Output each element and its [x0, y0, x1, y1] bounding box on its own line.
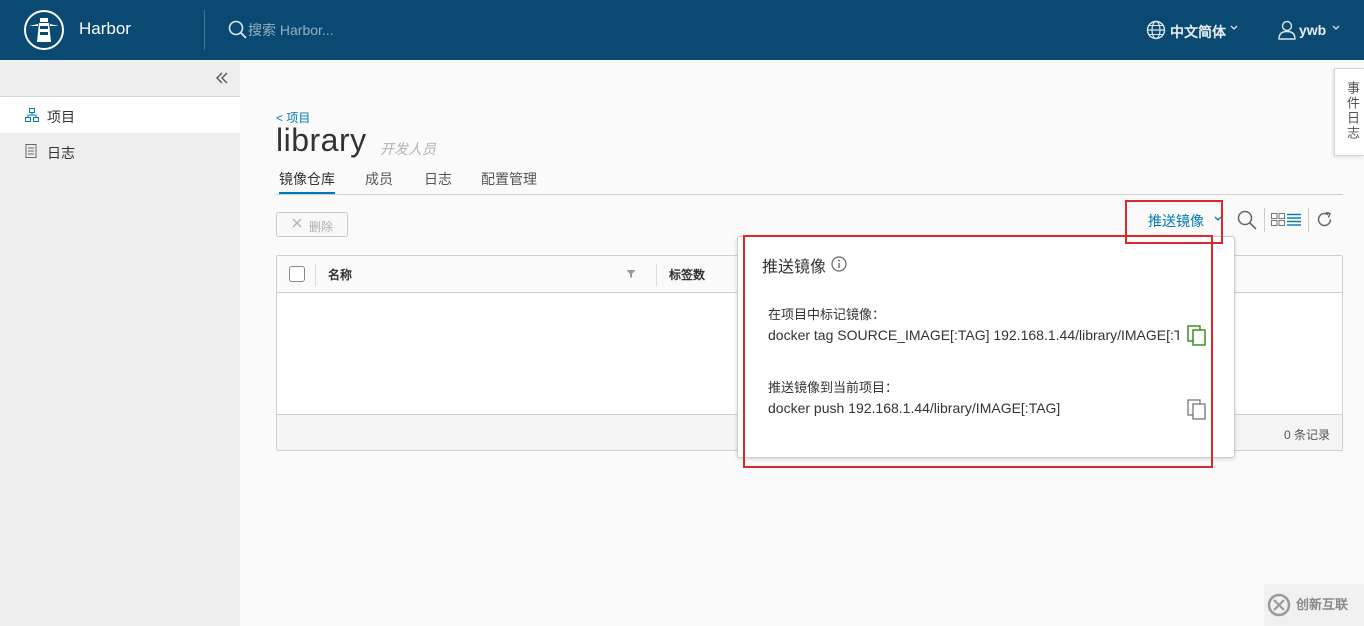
close-icon	[292, 218, 302, 228]
user-icon	[1278, 20, 1296, 40]
language-label: 中文简体	[1170, 24, 1226, 40]
card-view-icon[interactable]	[1271, 213, 1285, 226]
column-divider	[315, 264, 316, 286]
record-count: 0 条记录	[1283, 428, 1330, 442]
brand-name[interactable]: Harbor	[79, 19, 131, 39]
info-icon[interactable]	[831, 256, 847, 272]
tab-configuration[interactable]: 配置管理	[481, 169, 537, 195]
delete-button[interactable]: 删除	[276, 212, 348, 237]
push-image-button[interactable]: 推送镜像	[1148, 211, 1222, 231]
chevron-down-icon	[1332, 25, 1340, 30]
copy-icon[interactable]	[1187, 399, 1207, 421]
sidebar-item-projects[interactable]: 项目	[0, 97, 240, 133]
header-divider	[204, 10, 205, 50]
watermark-logo-icon	[1267, 593, 1291, 617]
globe-icon	[1146, 20, 1166, 40]
select-all-checkbox[interactable]	[289, 266, 305, 282]
copy-icon[interactable]	[1187, 325, 1207, 347]
sidebar-item-logs[interactable]: 日志	[0, 133, 240, 169]
event-log-label: 事件日志	[1345, 81, 1360, 141]
column-divider	[656, 264, 657, 286]
sidebar: 项目 日志	[0, 60, 240, 626]
popover-title: 推送镜像	[762, 253, 847, 277]
search-icon[interactable]	[1237, 210, 1257, 230]
project-tree-icon	[25, 108, 39, 122]
toolbar-divider	[1264, 208, 1265, 232]
search-input[interactable]	[248, 19, 508, 41]
refresh-icon[interactable]	[1316, 211, 1333, 228]
watermark-text: 创新互联	[1296, 597, 1349, 612]
column-header-tag-count[interactable]: 标签数	[669, 266, 705, 283]
push-image-to-project-label: 推送镜像到当前项目：	[768, 380, 899, 395]
delete-label: 删除	[309, 220, 334, 234]
chevron-down-icon	[1230, 25, 1238, 30]
toolbar-divider	[1308, 208, 1309, 232]
popover-title-text: 推送镜像	[762, 259, 827, 276]
username: ywb	[1299, 22, 1327, 38]
push-image-label: 推送镜像	[1148, 213, 1204, 229]
harbor-logo-icon[interactable]	[24, 10, 64, 50]
search-icon	[228, 20, 247, 39]
collapse-sidebar-icon[interactable]	[214, 70, 230, 86]
tab-members[interactable]: 成员	[365, 169, 393, 195]
filter-icon[interactable]	[626, 269, 636, 279]
tab-logs[interactable]: 日志	[424, 169, 452, 195]
log-document-icon	[25, 144, 37, 158]
list-view-icon[interactable]	[1287, 213, 1301, 226]
sidebar-item-label: 项目	[47, 109, 75, 125]
tag-image-label: 在项目中标记镜像：	[768, 307, 886, 322]
event-log-tab[interactable]: 事件日志	[1334, 68, 1364, 156]
project-role: 开发人员	[380, 141, 436, 157]
page-title: library	[276, 122, 367, 158]
watermark: 创新互联	[1264, 584, 1364, 626]
tab-repositories[interactable]: 镜像仓库	[279, 169, 335, 195]
push-image-popover: 推送镜像 在项目中标记镜像： docker tag SOURCE_IMAGE[:…	[737, 236, 1235, 458]
tabs-divider	[276, 194, 1343, 195]
global-search[interactable]	[228, 19, 528, 41]
push-command[interactable]: docker push 192.168.1.44/library/IMAGE[:…	[768, 400, 1179, 416]
sidebar-item-label: 日志	[47, 145, 75, 161]
top-header: Harbor 中文简体 ywb	[0, 0, 1364, 60]
chevron-down-icon	[1214, 216, 1222, 221]
tag-command[interactable]: docker tag SOURCE_IMAGE[:TAG] 192.168.1.…	[768, 327, 1179, 343]
column-header-name[interactable]: 名称	[328, 266, 352, 283]
